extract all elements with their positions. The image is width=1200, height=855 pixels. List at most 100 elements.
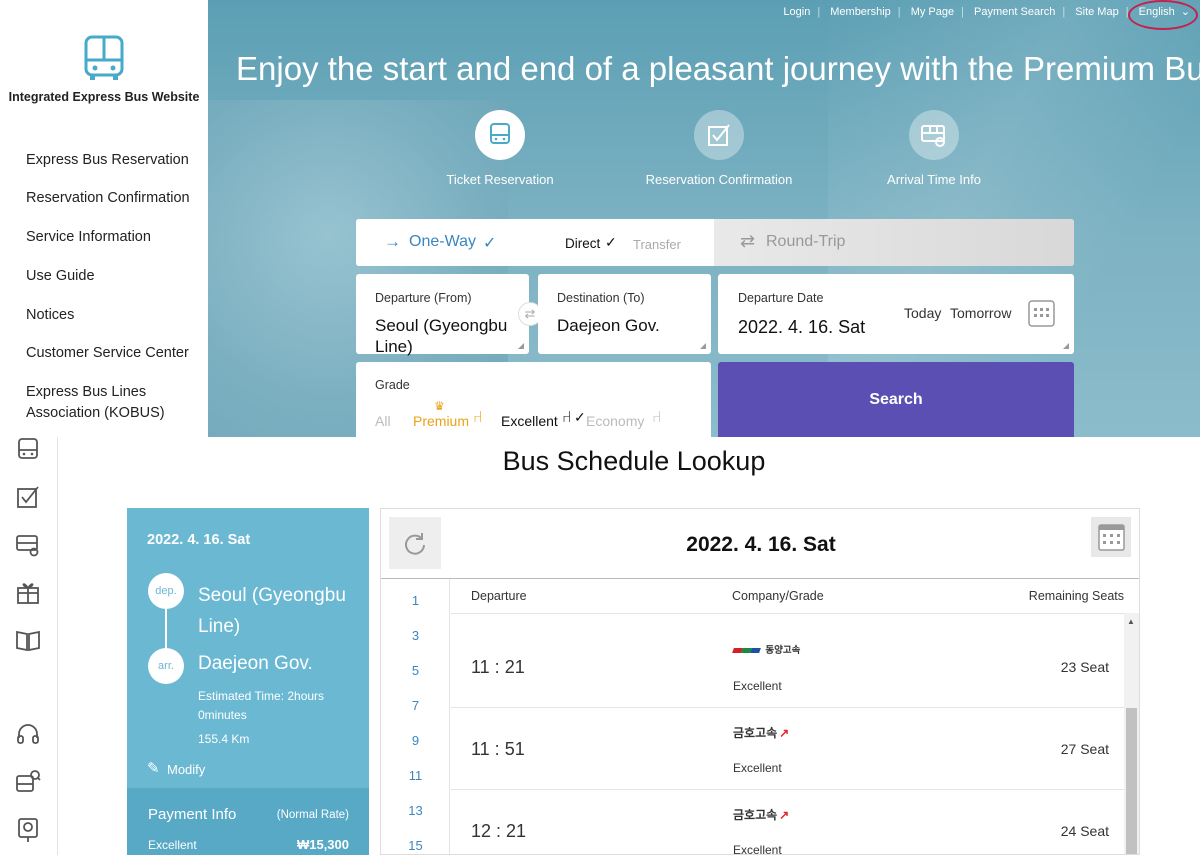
headset-icon[interactable] (15, 722, 41, 748)
hour-link[interactable]: 3 (381, 628, 450, 643)
departure-date-field[interactable]: Departure Date 2022. 4. 16. Sat Today To… (718, 274, 1074, 354)
company-logo: 금호고속 ↗ (733, 726, 790, 740)
table-row[interactable]: 12 : 21 금호고속 ↗ Excellent 24 Seat (451, 790, 1125, 855)
schedule-title: Bus Schedule Lookup (502, 446, 766, 476)
sidebar-item-reservation[interactable]: Express Bus Reservation (26, 150, 201, 171)
payment-price: ₩15,300 (296, 837, 349, 852)
bus-grade: Excellent (733, 761, 782, 775)
check-icon: ✓ (483, 235, 497, 252)
remaining-seats: 27 Seat (1060, 741, 1109, 757)
sidebar-item-notices[interactable]: Notices (26, 305, 201, 326)
bus-grade: Excellent (733, 843, 782, 855)
location-pin-icon[interactable] (15, 817, 41, 843)
estimated-time: Estimated Time: 2hours (198, 689, 325, 703)
reservation-confirmation-label[interactable]: Reservation Confirmation (639, 172, 799, 187)
hour-link[interactable]: 5 (381, 663, 450, 678)
sidebar-item-customer-center[interactable]: Customer Service Center (26, 343, 201, 364)
calendar-icon (1097, 523, 1125, 551)
site-map-link[interactable]: Site Map (1075, 6, 1118, 18)
tomorrow-button[interactable]: Tomorrow (950, 305, 1011, 321)
crown-icon: ♛ (434, 399, 445, 413)
direct-option[interactable]: Direct (565, 236, 600, 251)
arrival-time-label[interactable]: Arrival Time Info (874, 172, 994, 187)
payment-search-link[interactable]: Payment Search (974, 6, 1055, 18)
departure-time: 11 : 21 (471, 657, 525, 677)
route-distance: 155.4 Km (198, 732, 250, 746)
table-date: 2022. 4. 16. Sat (686, 533, 836, 556)
hour-link[interactable]: 1 (381, 593, 450, 608)
departure-value: Seoul (Gyeongbu Line) (375, 316, 508, 356)
seat-icon: ⑁ (652, 409, 662, 426)
grade-excellent-option[interactable]: Excellent (501, 413, 558, 429)
destination-value: Daejeon Gov. (557, 316, 660, 335)
modify-button[interactable]: Modify (167, 762, 205, 777)
grade-economy-option[interactable]: Economy (586, 413, 644, 429)
remaining-seats: 23 Seat (1060, 659, 1109, 675)
ticket-reservation-button[interactable] (475, 110, 525, 160)
grade-label: Grade (375, 378, 410, 392)
book-icon[interactable] (15, 627, 41, 653)
company-name: 금호고속 (733, 726, 778, 740)
date-value: 2022. 4. 16. Sat (738, 317, 866, 337)
table-scrollbar[interactable]: ▲ (1124, 613, 1139, 854)
departure-tag: dep. (148, 573, 184, 609)
column-seats: Remaining Seats (1028, 589, 1124, 603)
ticket-reservation-label[interactable]: Ticket Reservation (440, 172, 560, 187)
header-divider (451, 613, 1139, 614)
dropdown-corner-icon (700, 343, 706, 349)
checkbox-icon[interactable] (15, 484, 41, 510)
bus-search-icon[interactable] (15, 769, 41, 795)
sidebar-item-service-info[interactable]: Service Information (26, 227, 201, 248)
tab-round-trip[interactable]: ⇄ Round-Trip (714, 219, 1074, 266)
bus-grade: Excellent (733, 679, 782, 693)
search-button[interactable]: Search (718, 362, 1074, 437)
gift-icon[interactable] (15, 579, 41, 605)
sidebar-item-kobus[interactable]: Express Bus Lines Association (KOBUS) (26, 382, 186, 424)
tab-one-way[interactable]: → One-Way ✓ Direct ✓ Transfer (356, 219, 714, 266)
payment-grade: Excellent (148, 838, 197, 852)
dropdown-corner-icon (518, 343, 524, 349)
departure-field[interactable]: Departure (From) Seoul (Gyeongbu Line) (356, 274, 529, 356)
company-logo: 금호고속 ↗ (733, 808, 790, 822)
grade-all-option[interactable]: All (375, 413, 391, 429)
sidebar-item-confirmation[interactable]: Reservation Confirmation (26, 188, 201, 209)
route-arrival: Daejeon Gov. (198, 653, 313, 674)
destination-field[interactable]: Destination (To) Daejeon Gov. (538, 274, 711, 354)
payment-info-label: Payment Info (148, 806, 237, 823)
bus-arrival-icon[interactable] (15, 532, 41, 558)
hour-link[interactable]: 7 (381, 698, 450, 713)
table-row[interactable]: 11 : 21 동양고속 Excellent 23 Seat (451, 626, 1125, 708)
transfer-option[interactable]: Transfer (633, 237, 681, 252)
destination-label: Destination (To) (557, 291, 645, 305)
pencil-icon: ✎ (147, 760, 160, 777)
arrival-time-button[interactable] (909, 110, 959, 160)
reservation-confirmation-button[interactable] (694, 110, 744, 160)
hour-link[interactable]: 15 (381, 838, 450, 853)
calendar-icon[interactable] (1028, 300, 1055, 327)
hour-link[interactable]: 9 (381, 733, 450, 748)
membership-link[interactable]: Membership (830, 6, 891, 18)
schedule-table: 2022. 4. 16. Sat 1 3 5 7 9 11 13 15 Depa… (380, 508, 1140, 855)
arrival-tag: arr. (148, 648, 184, 684)
today-button[interactable]: Today (904, 305, 941, 321)
login-link[interactable]: Login (783, 6, 810, 18)
arrow-right-icon: → (384, 232, 401, 251)
payment-info-panel: Payment Info (Normal Rate) Excellent ₩15… (127, 788, 369, 855)
column-departure: Departure (471, 589, 527, 603)
sidebar-item-use-guide[interactable]: Use Guide (26, 266, 201, 287)
payment-rate: (Normal Rate) (276, 809, 349, 821)
bus-arrival-icon (921, 125, 945, 147)
scroll-up-icon[interactable]: ▲ (1127, 617, 1135, 626)
table-row[interactable]: 11 : 51 금호고속 ↗ Excellent 27 Seat (451, 708, 1125, 790)
grade-premium-option[interactable]: Premium (413, 413, 469, 429)
calendar-button[interactable] (1091, 517, 1131, 557)
scrollbar-thumb[interactable] (1126, 708, 1137, 854)
hour-link[interactable]: 13 (381, 803, 450, 818)
date-label: Departure Date (738, 291, 824, 305)
site-name: Integrated Express Bus Website (8, 90, 200, 104)
hour-link[interactable]: 11 (381, 768, 450, 783)
swap-arrows-icon: ⇄ (740, 231, 756, 251)
dropdown-corner-icon (1063, 343, 1069, 349)
my-page-link[interactable]: My Page (911, 6, 954, 18)
table-date-header: 2022. 4. 16. Sat (381, 509, 1139, 579)
